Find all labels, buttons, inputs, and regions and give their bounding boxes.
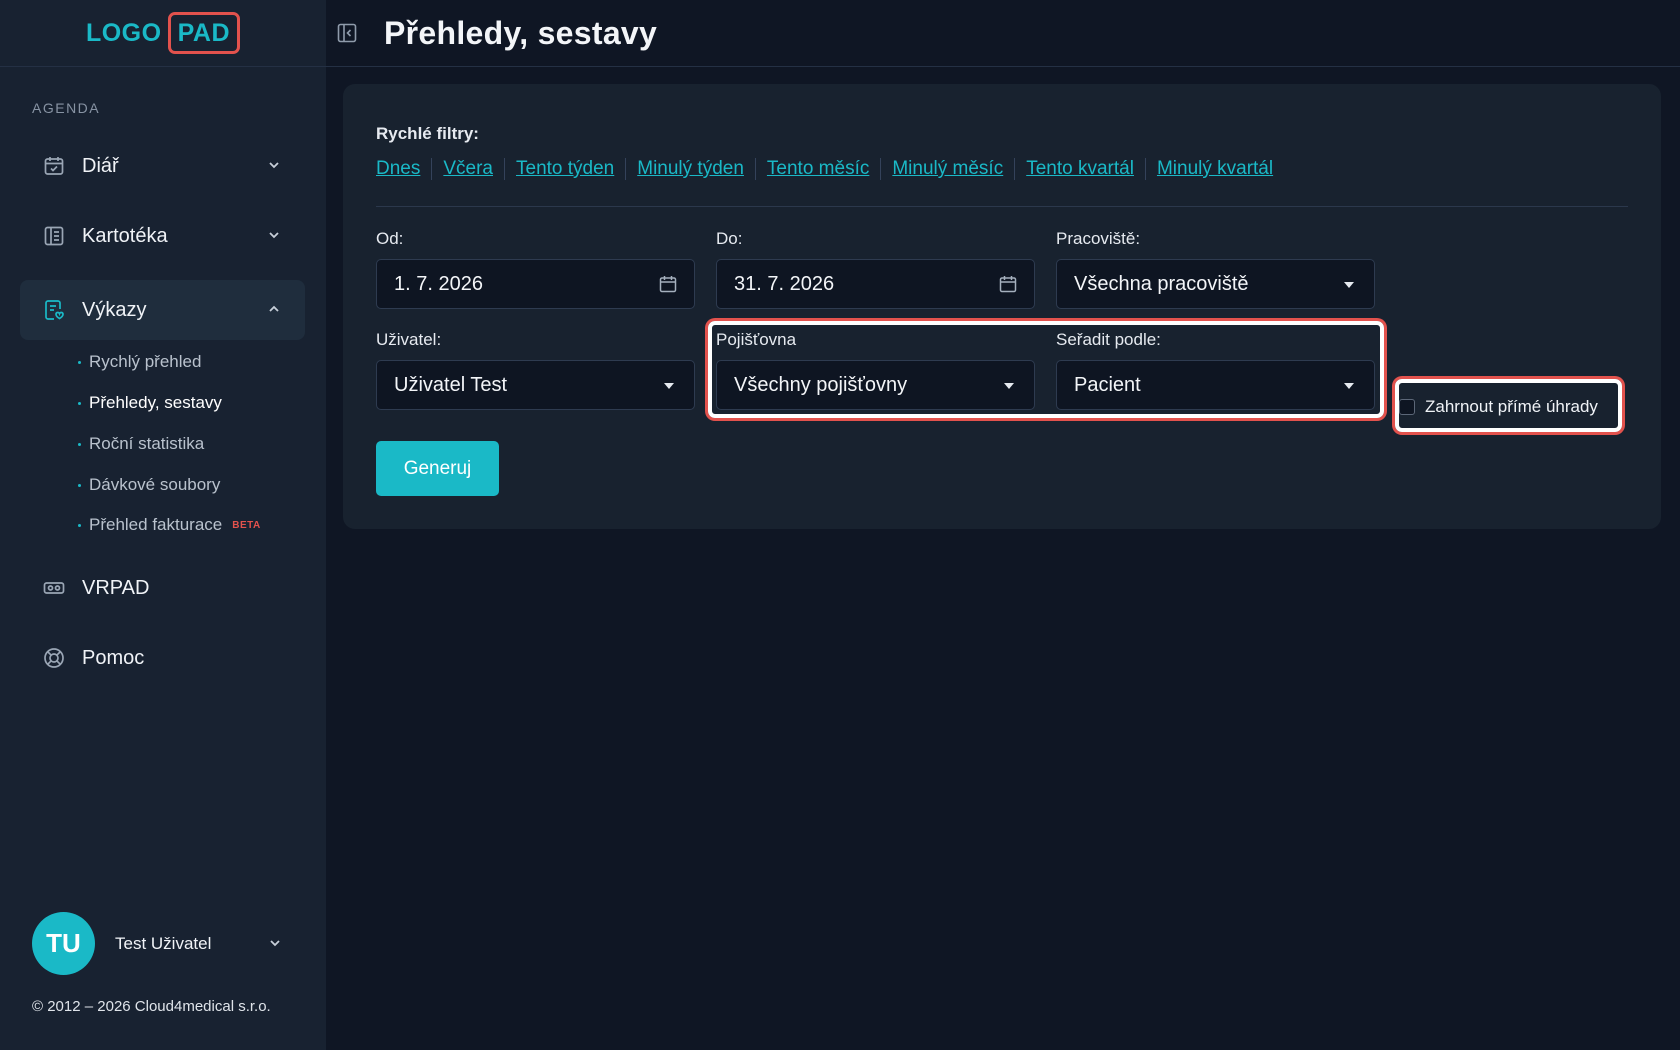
quick-filter-minuly-kvartal[interactable]: Minulý kvartál (1157, 158, 1273, 180)
sidebar-item-label: VRPAD (82, 576, 150, 599)
do-date-input[interactable]: 31. 7. 2026 (716, 259, 1035, 309)
seradit-label: Seřadit podle: (1056, 330, 1161, 349)
sub-item-label: Dávkové soubory (89, 475, 221, 494)
report-filter-card: Rychlé filtry: Dnes Včera Tento týden Mi… (343, 84, 1661, 529)
separator (754, 158, 756, 180)
user-menu[interactable]: TU Test Uživatel (32, 912, 282, 975)
calendar-icon[interactable] (998, 274, 1018, 294)
seradit-select[interactable]: Pacient (1056, 360, 1375, 410)
card-file-icon (42, 224, 66, 248)
page-header: Přehledy, sestavy (326, 0, 1680, 67)
caret-down-icon (1344, 383, 1354, 389)
sidebar: LOGO PAD AGENDA Diář Kartotéka Výkazy Ry… (0, 0, 326, 1050)
quick-filter-tento-tyden[interactable]: Tento týden (516, 158, 614, 180)
sub-item-prehled-fakturace[interactable]: Přehled fakturace BETA (78, 515, 261, 535)
vr-headset-icon (42, 576, 66, 600)
sidebar-item-label: Výkazy (82, 298, 147, 321)
quick-filters-label: Rychlé filtry: (376, 124, 479, 143)
sub-item-prehledy-sestavy[interactable]: Přehledy, sestavy (78, 393, 222, 413)
sidebar-item-label: Pomoc (82, 646, 145, 669)
quick-filter-minuly-mesic[interactable]: Minulý měsíc (892, 158, 1003, 180)
calendar-icon[interactable] (658, 274, 678, 294)
seradit-value: Pacient (1074, 373, 1141, 396)
chevron-up-icon (267, 302, 281, 316)
od-date-value: 1. 7. 2026 (394, 272, 483, 295)
sidebar-item-label: Kartotéka (82, 224, 168, 247)
pracoviste-label: Pracoviště: (1056, 229, 1141, 248)
avatar: TU (32, 912, 95, 975)
uzivatel-value: Uživatel Test (394, 373, 508, 396)
divider (376, 206, 1628, 207)
page-title: Přehledy, sestavy (384, 14, 658, 51)
separator (625, 158, 627, 180)
quick-filter-tento-kvartal[interactable]: Tento kvartál (1026, 158, 1134, 180)
sub-item-rocni-statistika[interactable]: Roční statistika (78, 434, 204, 454)
logo-text-right: PAD (167, 12, 241, 54)
do-date-value: 31. 7. 2026 (734, 272, 835, 295)
pracoviste-select[interactable]: Všechna pracoviště (1056, 259, 1375, 309)
do-label: Do: (716, 229, 743, 248)
sub-item-label: Přehled fakturace (89, 515, 223, 534)
separator (880, 158, 882, 180)
sub-item-label: Roční statistika (89, 434, 205, 453)
logo-text-left: LOGO (85, 18, 162, 47)
separator (431, 158, 433, 180)
uzivatel-label: Uživatel: (376, 330, 442, 349)
sidebar-item-vrpad[interactable]: VRPAD (20, 558, 305, 618)
prime-uhrady-checkbox[interactable] (1399, 399, 1415, 415)
sidebar-item-diar[interactable]: Diář (20, 136, 305, 196)
od-date-input[interactable]: 1. 7. 2026 (376, 259, 695, 309)
uzivatel-select[interactable]: Uživatel Test (376, 360, 695, 410)
caret-down-icon (1004, 383, 1014, 389)
prime-uhrady-label: Zahrnout přímé úhrady (1425, 397, 1598, 416)
quick-filter-minuly-tyden[interactable]: Minulý týden (637, 158, 744, 180)
sub-item-davkove-soubory[interactable]: Dávkové soubory (78, 475, 220, 495)
sidebar-item-kartoteka[interactable]: Kartotéka (20, 206, 305, 266)
generate-button[interactable]: Generuj (376, 441, 499, 496)
user-name: Test Uživatel (115, 933, 212, 953)
pracoviste-value: Všechna pracoviště (1074, 272, 1249, 295)
lifebuoy-icon (42, 646, 66, 670)
chevron-down-icon (268, 936, 282, 950)
pojistovna-value: Všechny pojišťovny (734, 373, 908, 396)
quick-filter-dnes[interactable]: Dnes (376, 158, 420, 180)
separator (1144, 158, 1146, 180)
chevron-down-icon (267, 228, 281, 242)
quick-filters: Dnes Včera Tento týden Minulý týden Tent… (376, 158, 1273, 180)
sidebar-item-vykazy[interactable]: Výkazy (20, 280, 305, 340)
sub-item-label: Přehledy, sestavy (89, 393, 222, 412)
report-icon (42, 298, 66, 322)
sidebar-item-label: Diář (82, 154, 119, 177)
beta-badge: BETA (232, 519, 261, 531)
sub-item-label: Rychlý přehled (89, 352, 202, 371)
prime-uhrady-checkbox-wrap[interactable]: Zahrnout přímé úhrady (1399, 397, 1598, 417)
od-label: Od: (376, 229, 404, 248)
sub-item-rychly-prehled[interactable]: Rychlý přehled (78, 352, 201, 372)
quick-filter-vcera[interactable]: Včera (443, 158, 493, 180)
separator (504, 158, 505, 180)
app-logo[interactable]: LOGO PAD (85, 12, 241, 54)
pojistovna-label: Pojišťovna (716, 330, 797, 349)
separator (1014, 158, 1016, 180)
chevron-down-icon (267, 158, 281, 172)
copyright: © 2012 – 2026 Cloud4medical s.r.o. (32, 998, 271, 1015)
sidebar-item-pomoc[interactable]: Pomoc (20, 628, 305, 688)
caret-down-icon (1344, 282, 1354, 288)
section-label-agenda: AGENDA (32, 100, 101, 116)
logo-bar: LOGO PAD (0, 0, 326, 67)
caret-down-icon (664, 383, 674, 389)
pojistovna-select[interactable]: Všechny pojišťovny (716, 360, 1035, 410)
sidebar-collapse-icon[interactable] (336, 22, 358, 44)
quick-filter-tento-mesic[interactable]: Tento měsíc (767, 158, 869, 180)
calendar-check-icon (42, 154, 66, 178)
